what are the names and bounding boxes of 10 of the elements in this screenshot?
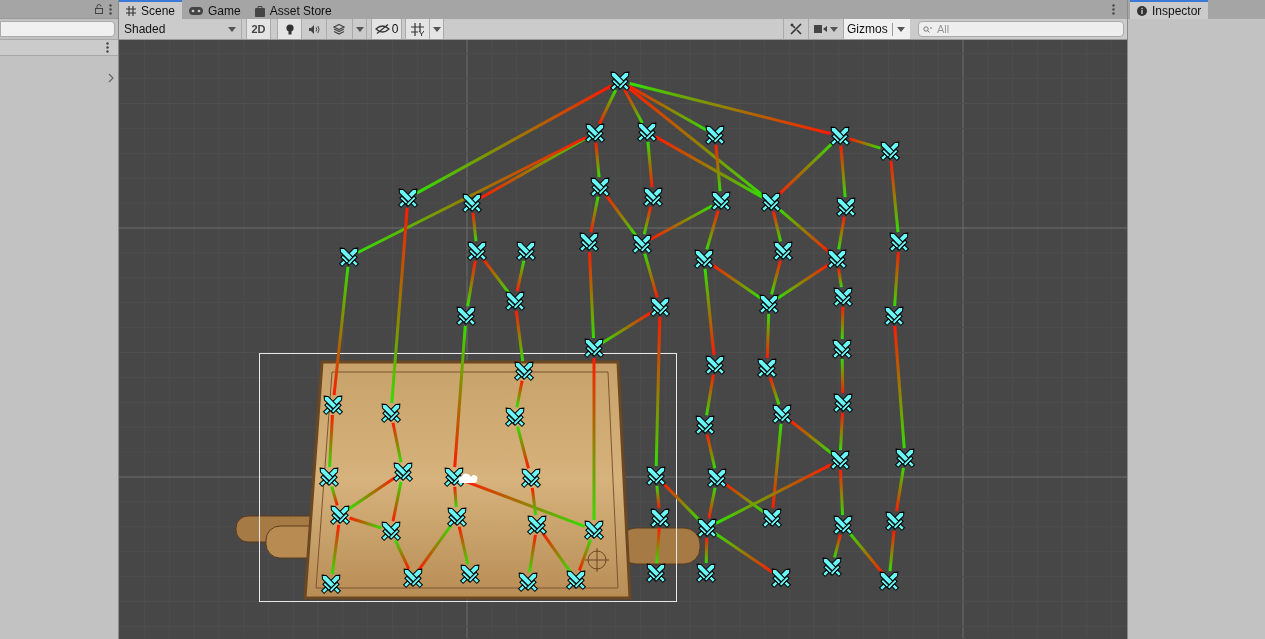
2d-toggle-button[interactable]: 2D [246,19,271,39]
panel-tab[interactable]: Scene [119,0,183,19]
panel-tab[interactable]: Asset Store [247,0,339,19]
draw-mode-dropdown[interactable]: Shaded [119,19,242,39]
scene-search-field[interactable]: All [918,21,1124,37]
panel-tab[interactable]: Inspector [1130,0,1209,19]
hidden-count: 0 [391,21,399,38]
hidden-objects-toggle[interactable]: 0 [371,19,402,39]
panel-tab[interactable]: Game [182,0,248,19]
gizmos-dropdown[interactable]: Gizmos [843,19,910,39]
